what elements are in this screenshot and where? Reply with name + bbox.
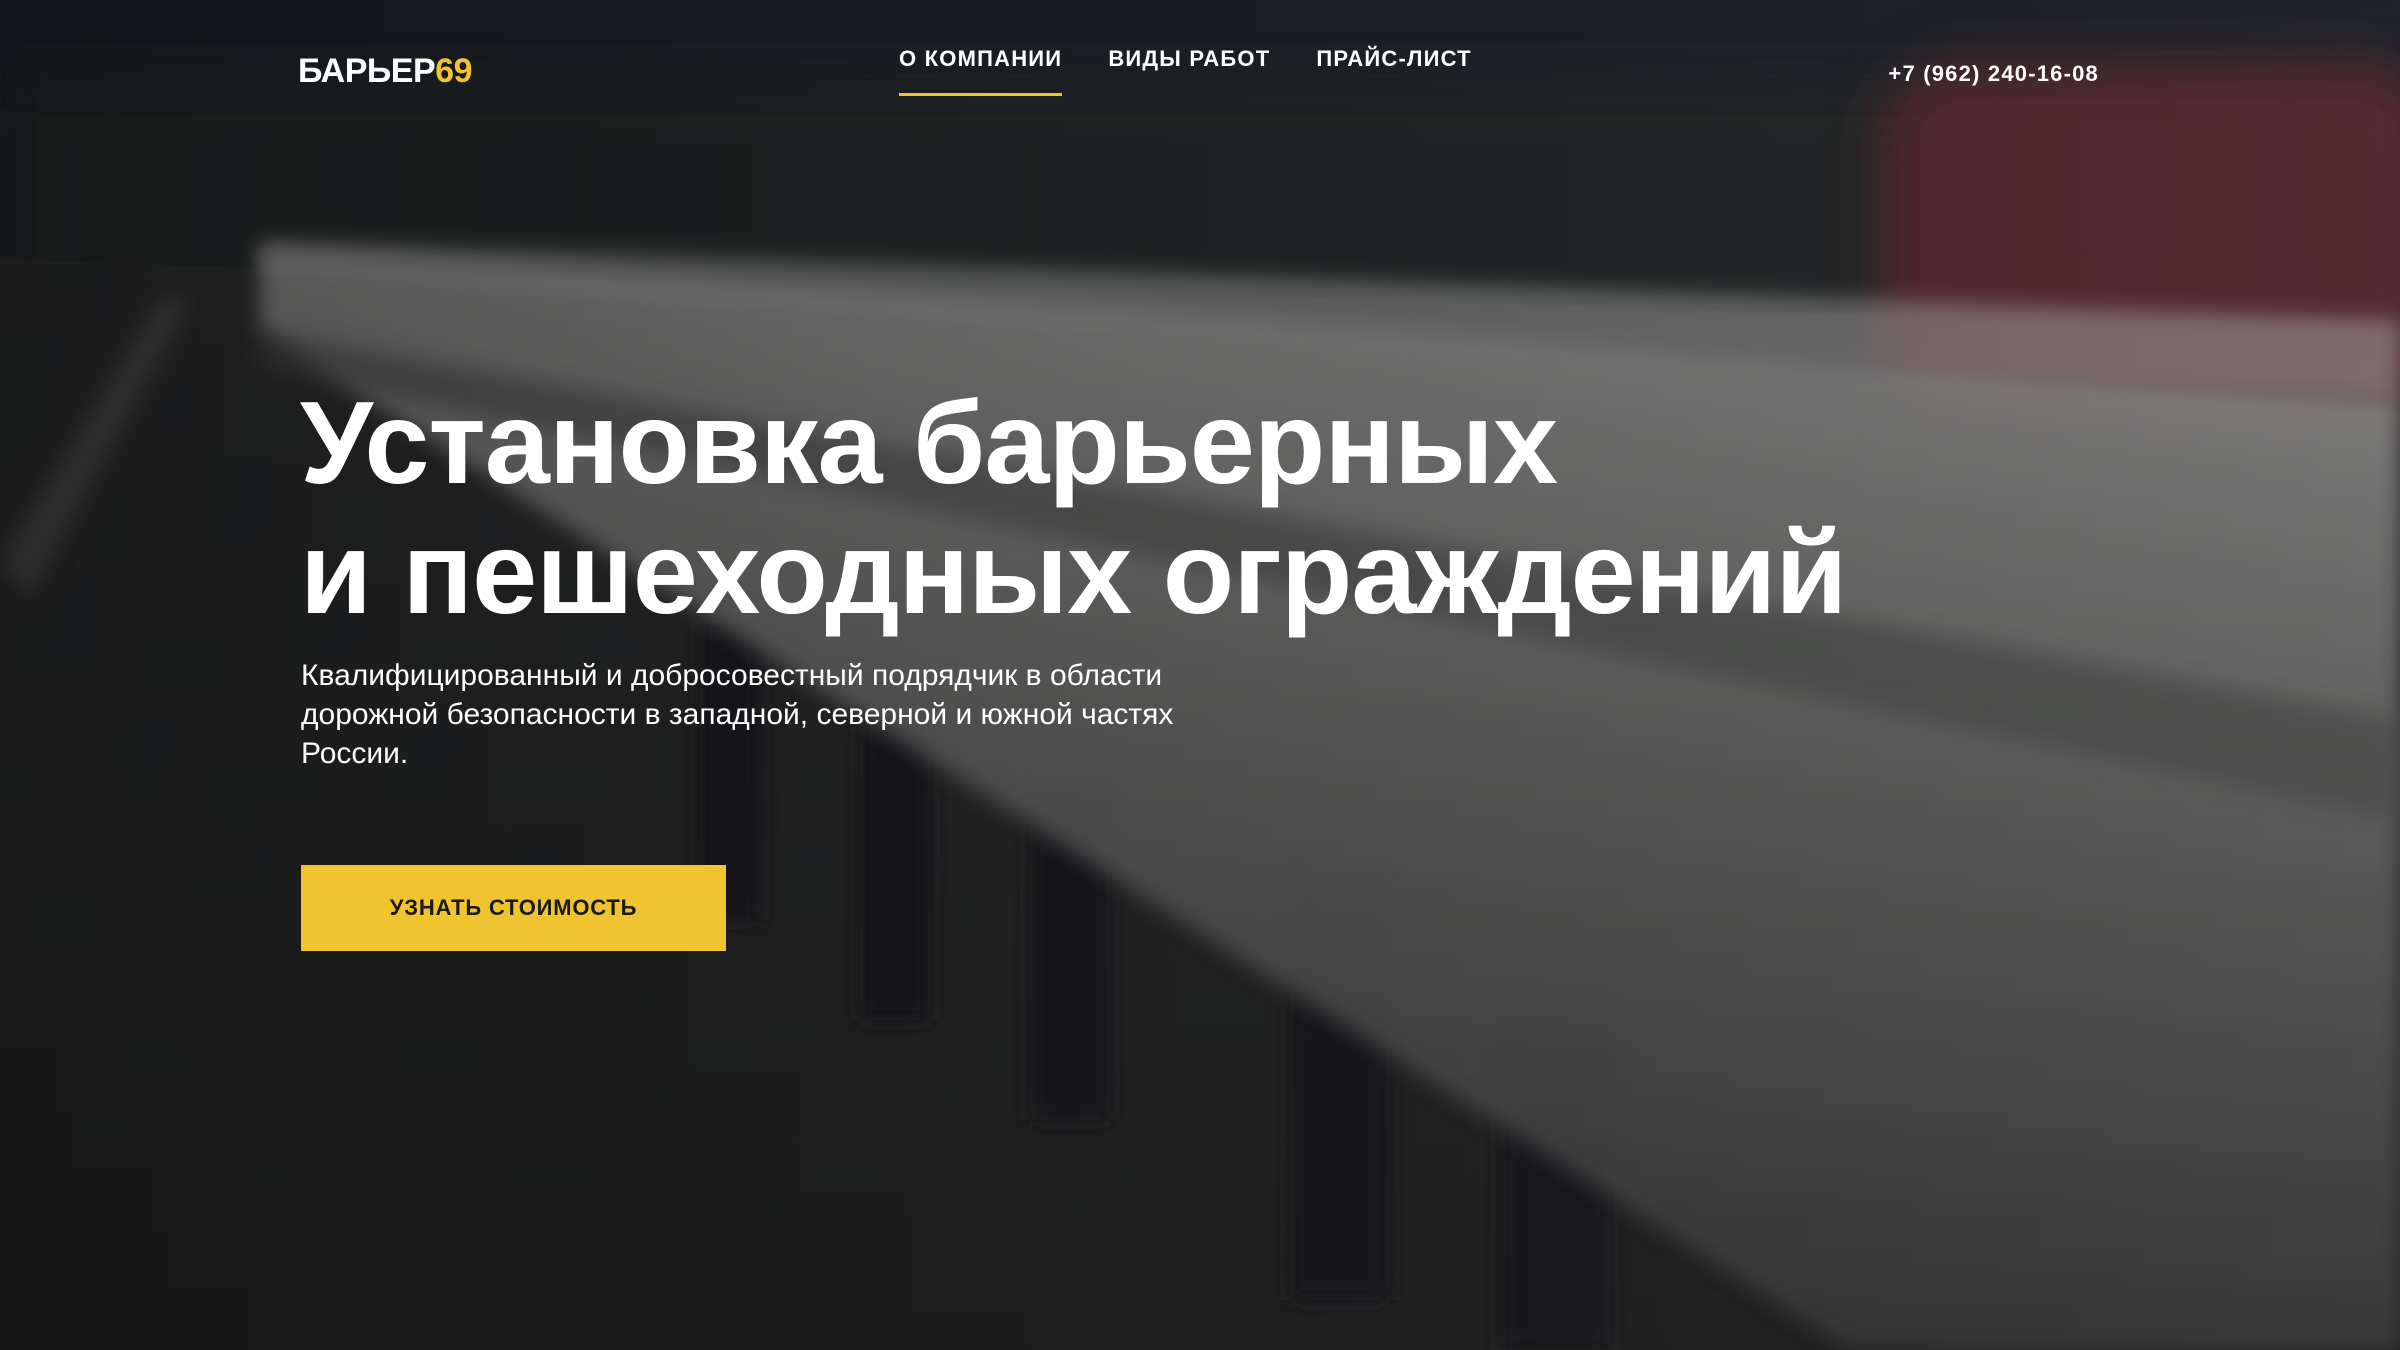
hero-description: Квалифицированный и добросовестный подря… [301, 659, 1174, 770]
nav-item-about[interactable]: О КОМПАНИИ [899, 46, 1063, 96]
nav-item-price-list[interactable]: ПРАЙС-ЛИСТ [1316, 46, 1472, 96]
page-title: Установка барьерных и пешеходных огражде… [300, 378, 2060, 638]
main-nav: О КОМПАНИИ ВИДЫ РАБОТ ПРАЙС-ЛИСТ [899, 46, 1518, 96]
logo-accent: 69 [435, 52, 472, 90]
title-line-1: Установка барьерных [300, 377, 1558, 508]
logo[interactable]: БАРЬЕР69 [298, 52, 472, 91]
phone-link[interactable]: +7 (962) 240-16-08 [1888, 61, 2099, 87]
logo-text: БАРЬЕР [298, 52, 436, 90]
get-price-button[interactable]: УЗНАТЬ СТОИМОСТЬ [301, 865, 726, 951]
nav-item-services[interactable]: ВИДЫ РАБОТ [1108, 46, 1270, 96]
hero-section: БАРЬЕР69 О КОМПАНИИ ВИДЫ РАБОТ ПРАЙС-ЛИС… [0, 0, 2400, 1350]
title-line-2: и пешеходных ограждений [300, 507, 1847, 638]
